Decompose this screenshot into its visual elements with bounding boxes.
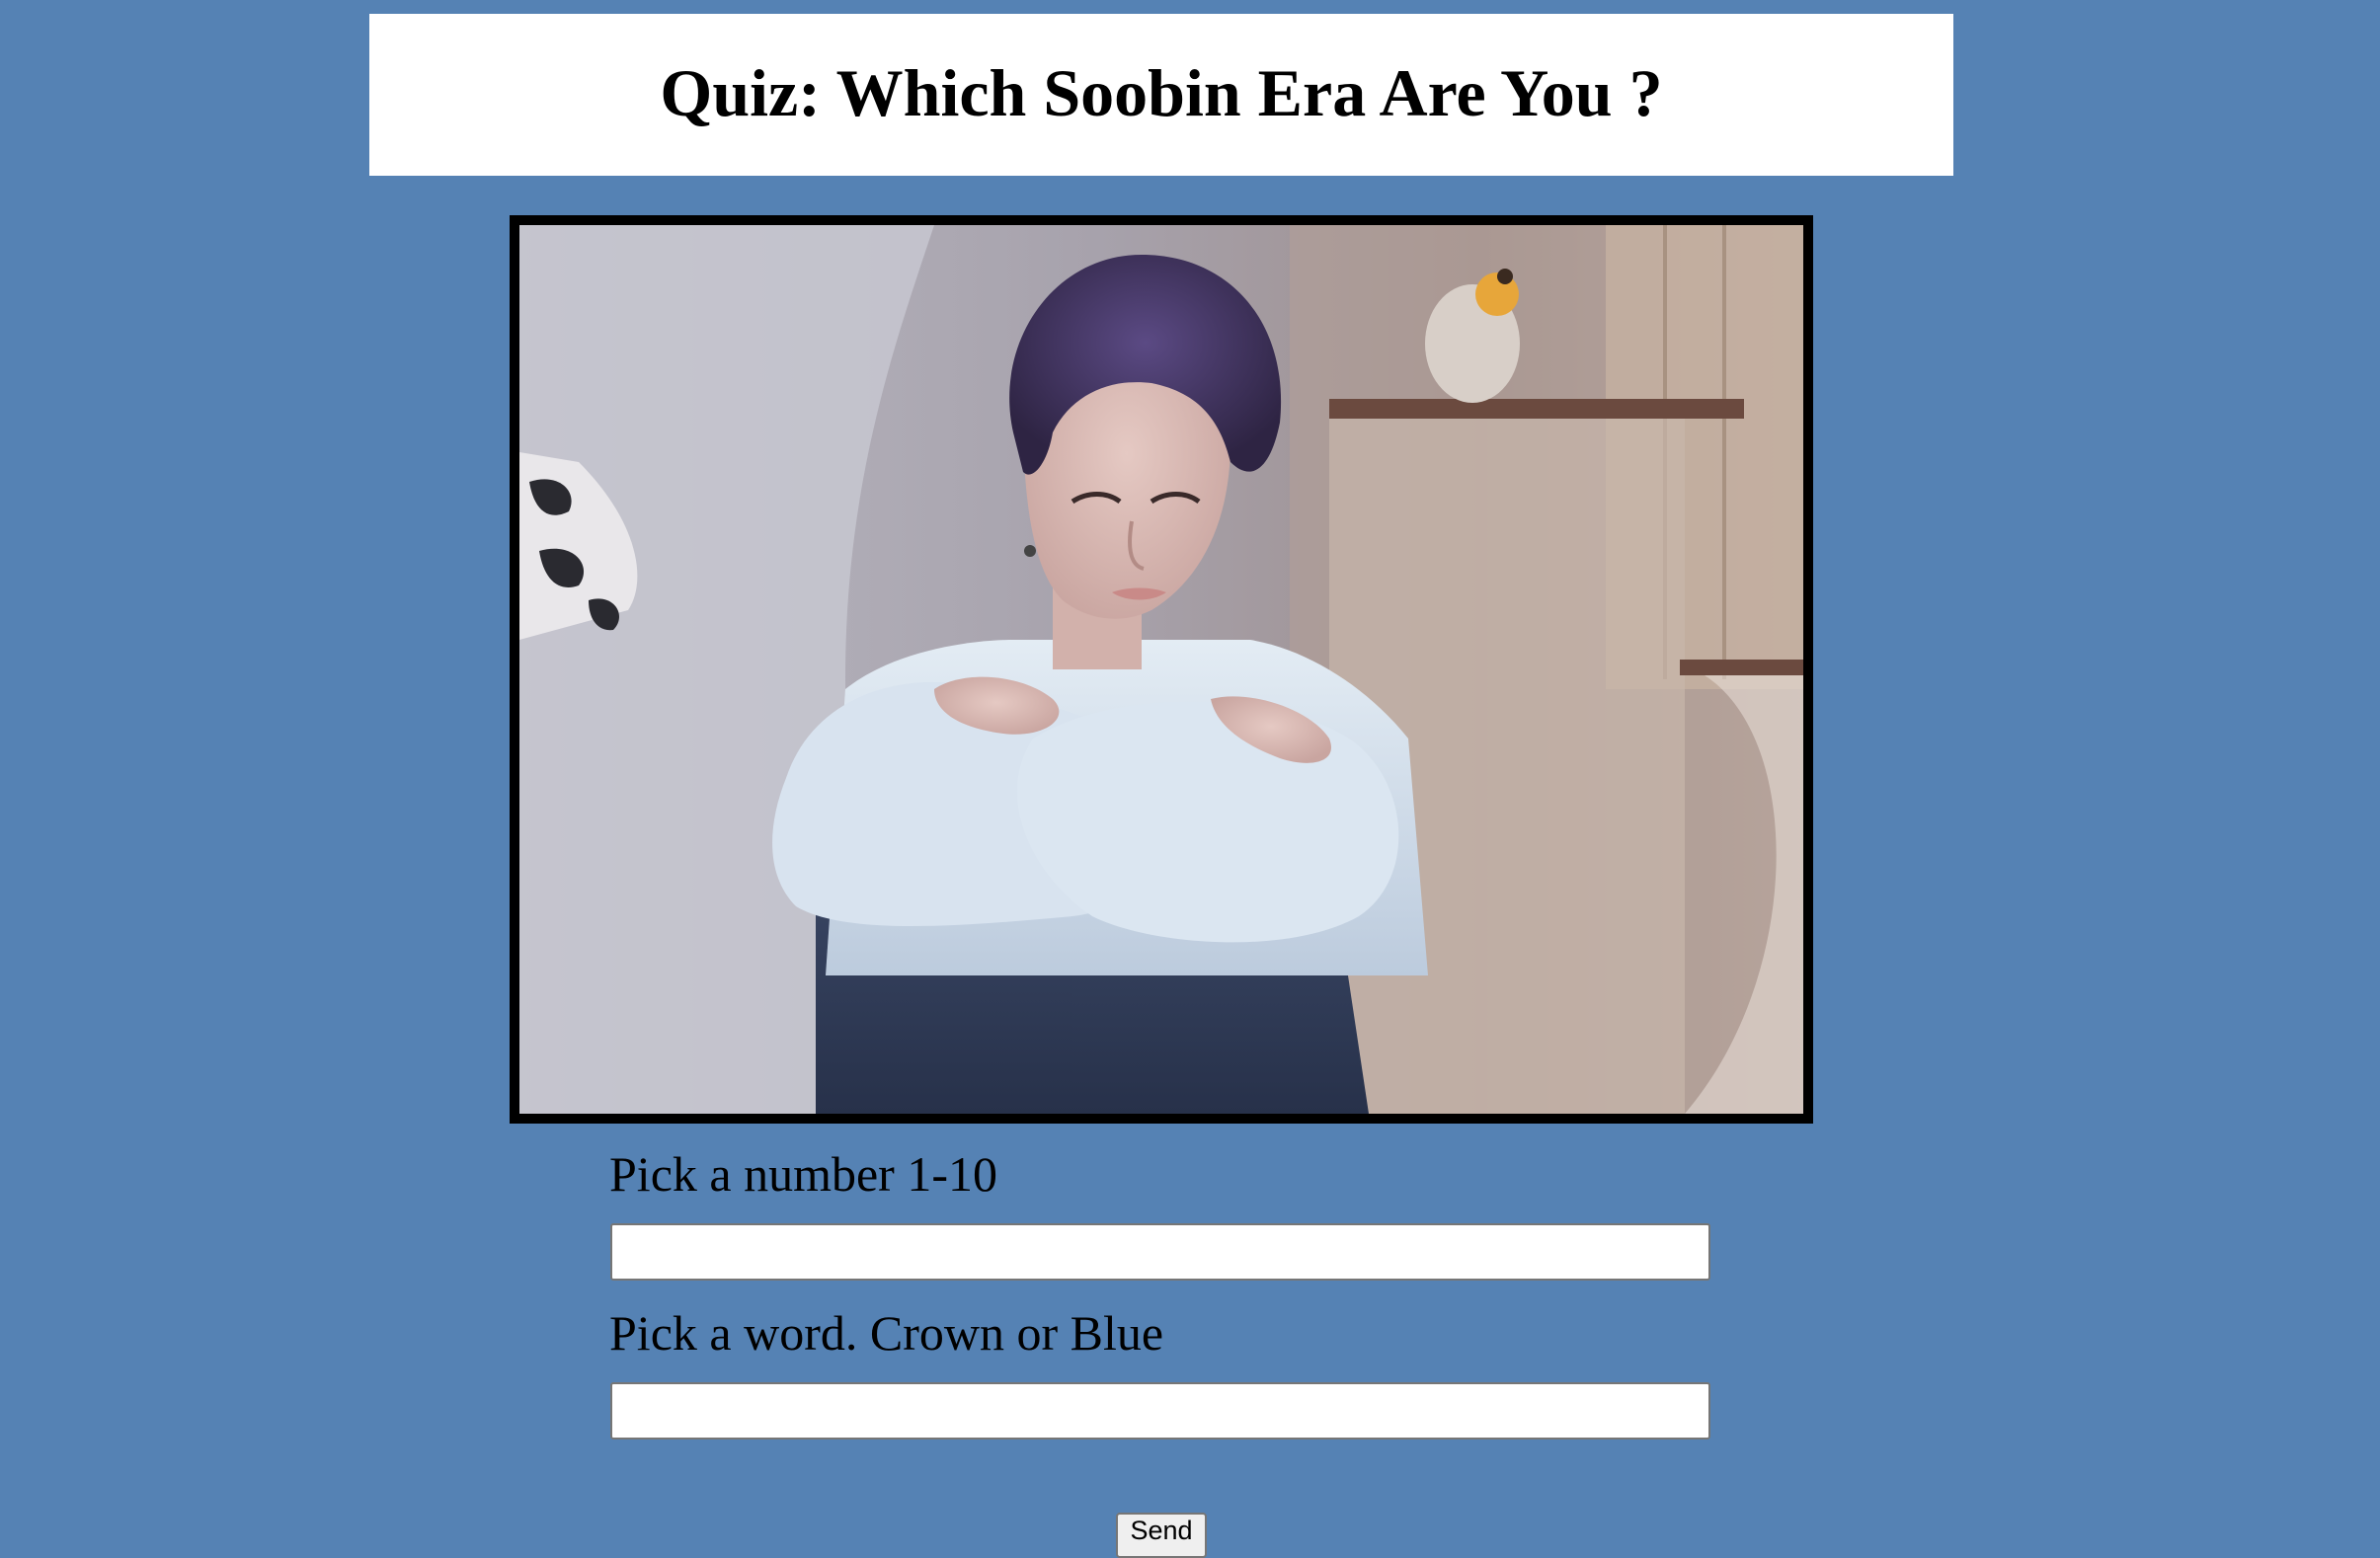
title-banner: Quiz: Which Soobin Era Are You ?	[369, 14, 1953, 176]
question-1-label: Pick a number 1-10	[609, 1146, 997, 1202]
page-title: Quiz: Which Soobin Era Are You ?	[660, 54, 1663, 130]
photo-frame	[510, 215, 1813, 1124]
person-photo	[519, 225, 1803, 1114]
number-input[interactable]	[610, 1223, 1710, 1281]
word-input[interactable]	[610, 1382, 1710, 1440]
send-button[interactable]: Send	[1116, 1513, 1207, 1558]
question-2-label: Pick a word. Crown or Blue	[609, 1305, 1164, 1361]
